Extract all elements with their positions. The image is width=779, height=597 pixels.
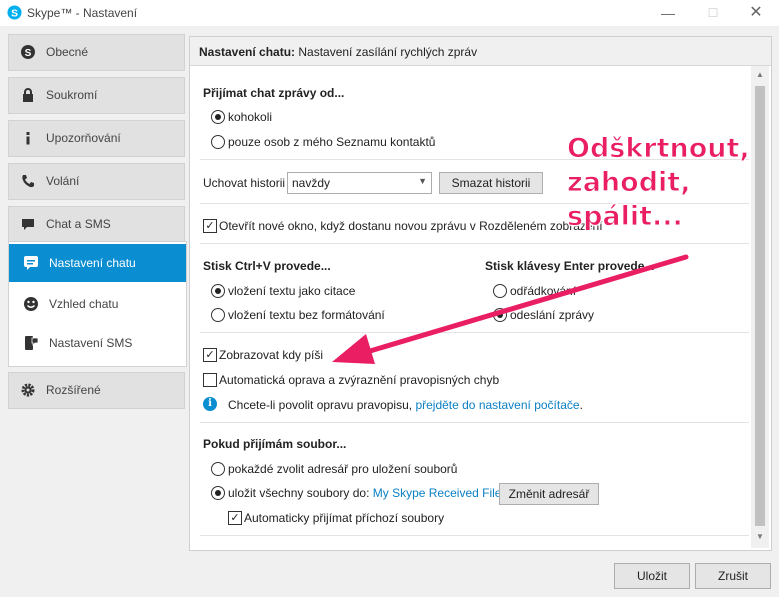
show-typing-label: Zobrazovat kdy píši bbox=[219, 348, 324, 362]
enter-send-label: odeslání zprávy bbox=[510, 308, 595, 322]
panel-header-subtitle: Nastavení zasílání rychlých zpráv bbox=[295, 45, 478, 59]
cancel-button[interactable]: Zrušit bbox=[695, 563, 771, 589]
annotation-text: Odškrtnout, zahodit, spálit... bbox=[567, 132, 751, 234]
enter-section-title: Stisk klávesy Enter provede... bbox=[485, 259, 655, 273]
sidebar-subitem-label: Nastavení chatu bbox=[49, 256, 136, 270]
sidebar-subitem-sms-settings[interactable]: Nastavení SMS bbox=[9, 324, 186, 362]
window-title: Skype™ - Nastavení bbox=[27, 6, 138, 20]
phone-icon bbox=[22, 175, 34, 188]
divider bbox=[200, 535, 749, 536]
annotation-line: Odškrtnout, bbox=[567, 133, 751, 165]
maximize-button[interactable]: ☐ bbox=[690, 0, 736, 26]
settings-window: S Obecné Soukromí Upozorňování Volání Ch… bbox=[0, 26, 779, 597]
info-icon: i bbox=[203, 397, 217, 411]
divider bbox=[200, 332, 749, 333]
ctrlv-plain-label: vložení textu bez formátování bbox=[228, 308, 385, 322]
scrollbar-thumb[interactable] bbox=[755, 86, 765, 526]
ctrlv-plain-radio[interactable] bbox=[211, 308, 225, 322]
receive-contacts-label: pouze osob z mého Seznamu kontaktů bbox=[228, 135, 436, 149]
scroll-up-icon[interactable]: ▲ bbox=[755, 70, 765, 82]
file-save-all-radio[interactable] bbox=[211, 486, 225, 500]
spell-settings-link[interactable]: přejděte do nastavení počítače bbox=[415, 398, 579, 412]
history-select-value: navždy bbox=[292, 176, 331, 190]
file-ask-radio[interactable] bbox=[211, 462, 225, 476]
gear-icon bbox=[21, 383, 35, 397]
svg-text:S: S bbox=[11, 8, 18, 19]
file-ask-label: pokaždé zvolit adresář pro uložení soubo… bbox=[228, 462, 458, 476]
sidebar-item-label: Volání bbox=[46, 174, 80, 188]
sidebar-subitem-chat-appearance[interactable]: Vzhled chatu bbox=[9, 285, 186, 323]
skype-icon: S bbox=[21, 45, 35, 59]
sidebar-item-calls[interactable]: Volání bbox=[8, 163, 185, 200]
open-window-checkbox[interactable]: ✓ bbox=[203, 219, 217, 233]
sidebar-item-label: Upozorňování bbox=[46, 131, 121, 145]
autocorrect-checkbox[interactable] bbox=[203, 373, 217, 387]
panel-header-title: Nastavení chatu: bbox=[199, 45, 296, 59]
minimize-button[interactable]: — bbox=[645, 0, 691, 26]
annotation-line: spálit... bbox=[567, 201, 684, 233]
show-typing-checkbox[interactable]: ✓ bbox=[203, 348, 217, 362]
spell-info-text: Chcete-li povolit opravu pravopisu, bbox=[228, 398, 416, 412]
receive-contacts-radio[interactable] bbox=[211, 135, 225, 149]
annotation-line: zahodit, bbox=[567, 167, 691, 199]
sms-icon bbox=[25, 336, 39, 350]
close-button[interactable]: ✕ bbox=[733, 0, 779, 26]
enter-send-radio[interactable] bbox=[493, 308, 507, 322]
chat-icon bbox=[22, 219, 34, 230]
received-files-folder-link[interactable]: My Skype Received Files bbox=[373, 486, 508, 500]
scroll-down-icon[interactable]: ▼ bbox=[755, 532, 765, 544]
file-save-all-label: uložit všechny soubory do: bbox=[228, 486, 373, 500]
ctrlv-quote-radio[interactable] bbox=[211, 284, 225, 298]
sidebar-item-label: Soukromí bbox=[46, 88, 98, 102]
sidebar-subitem-chat-settings[interactable]: Nastavení chatu bbox=[9, 244, 186, 282]
file-save-all: uložit všechny soubory do: My Skype Rece… bbox=[228, 486, 507, 500]
sidebar-subitem-label: Vzhled chatu bbox=[49, 297, 119, 311]
history-label: Uchovat historii bbox=[203, 176, 286, 190]
file-section-title: Pokud přijímám soubor... bbox=[203, 437, 347, 451]
panel-header: Nastavení chatu: Nastavení zasílání rych… bbox=[190, 37, 771, 66]
svg-text:S: S bbox=[25, 48, 32, 59]
enter-newline-radio[interactable] bbox=[493, 284, 507, 298]
receive-section-title: Přijímat chat zprávy od... bbox=[203, 86, 345, 100]
divider bbox=[200, 422, 749, 423]
auto-accept-checkbox[interactable]: ✓ bbox=[228, 511, 242, 525]
smiley-icon bbox=[24, 297, 38, 311]
title-bar: S Skype™ - Nastavení — ☐ ✕ bbox=[0, 0, 779, 26]
chat-sms-subgroup: Nastavení chatu Vzhled chatu Nastavení S… bbox=[8, 241, 187, 367]
chat-bubble-icon bbox=[24, 256, 38, 270]
save-button[interactable]: Uložit bbox=[614, 563, 690, 589]
auto-accept-label: Automaticky přijímat příchozí soubory bbox=[244, 511, 445, 525]
sidebar-item-chat-sms[interactable]: Chat a SMS bbox=[8, 206, 185, 243]
receive-anyone-radio[interactable] bbox=[211, 110, 225, 124]
lock-icon bbox=[23, 88, 33, 102]
sidebar-item-general[interactable]: S Obecné bbox=[8, 34, 185, 71]
sidebar-item-privacy[interactable]: Soukromí bbox=[8, 77, 185, 114]
sidebar-item-label: Chat a SMS bbox=[46, 217, 111, 231]
ctrlv-quote-label: vložení textu jako citace bbox=[228, 284, 356, 298]
sidebar-item-label: Rozšířené bbox=[46, 383, 101, 397]
history-select[interactable]: navždy ▼ bbox=[287, 172, 432, 194]
change-directory-button[interactable]: Změnit adresář bbox=[499, 483, 599, 505]
spell-info-end: . bbox=[579, 398, 583, 412]
chat-settings-panel: Nastavení chatu: Nastavení zasílání rych… bbox=[189, 36, 772, 551]
sidebar-item-label: Obecné bbox=[46, 45, 89, 59]
sidebar-item-notifications[interactable]: Upozorňování bbox=[8, 120, 185, 157]
info-icon bbox=[26, 132, 30, 145]
receive-anyone-label: kohokoli bbox=[228, 110, 273, 124]
skype-logo-icon: S bbox=[7, 5, 22, 20]
autocorrect-label: Automatická oprava a zvýraznění pravopis… bbox=[219, 373, 500, 387]
panel-scrollbar[interactable]: ▲ ▼ bbox=[751, 66, 769, 548]
spell-info: Chcete-li povolit opravu pravopisu, přej… bbox=[228, 398, 583, 412]
sidebar-subitem-label: Nastavení SMS bbox=[49, 336, 133, 350]
sidebar-item-advanced[interactable]: Rozšířené bbox=[8, 372, 185, 409]
divider bbox=[200, 243, 749, 244]
enter-newline-label: odřádkování bbox=[510, 284, 577, 298]
chevron-down-icon: ▼ bbox=[418, 176, 427, 186]
open-window-label: Otevřít nové okno, když dostanu novou zp… bbox=[219, 219, 603, 233]
clear-history-button[interactable]: Smazat historii bbox=[439, 172, 543, 194]
ctrlv-section-title: Stisk Ctrl+V provede... bbox=[203, 259, 331, 273]
